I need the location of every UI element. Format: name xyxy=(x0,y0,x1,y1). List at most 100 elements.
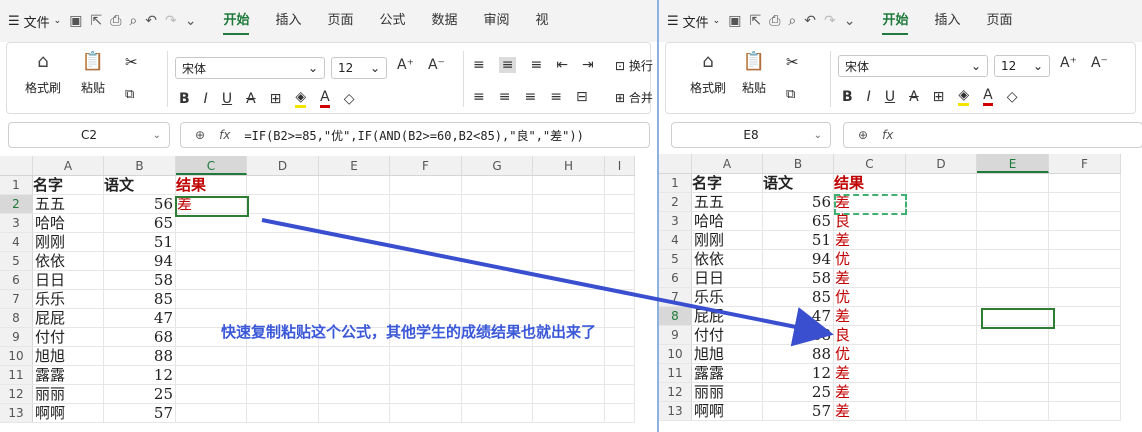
cell-a9[interactable]: 付付 xyxy=(692,326,763,344)
column-header-b[interactable]: B xyxy=(763,154,834,173)
cell-f4[interactable] xyxy=(1049,231,1121,249)
cell-a2[interactable]: 五五 xyxy=(33,195,104,213)
select-all-corner[interactable] xyxy=(659,154,692,173)
cell-f7[interactable] xyxy=(1049,288,1121,306)
cell-d1[interactable] xyxy=(247,176,319,194)
bold-icon[interactable]: B xyxy=(179,91,190,107)
increase-font-icon[interactable]: A⁺ xyxy=(1060,55,1077,71)
cell-c4[interactable]: 差 xyxy=(834,231,906,249)
tab-3[interactable]: 公式 xyxy=(366,0,418,42)
print-preview-icon[interactable]: ⌕ xyxy=(129,13,137,29)
cell-e7[interactable] xyxy=(977,288,1049,306)
cell-a7[interactable]: 乐乐 xyxy=(692,288,763,306)
strikethrough-icon[interactable]: A xyxy=(909,89,919,105)
row-header[interactable]: 13 xyxy=(659,402,692,420)
cell-h4[interactable] xyxy=(533,233,605,251)
cut-icon[interactable]: ✂ xyxy=(786,53,799,71)
italic-icon[interactable]: I xyxy=(867,89,871,105)
cell-a8[interactable]: 屁屁 xyxy=(33,309,104,327)
row-header[interactable]: 6 xyxy=(659,269,692,287)
cell-a4[interactable]: 刚刚 xyxy=(33,233,104,251)
cell-d13[interactable] xyxy=(906,402,977,420)
cell-b9[interactable]: 68 xyxy=(104,328,176,346)
cell-c13[interactable] xyxy=(176,404,247,422)
cell-d6[interactable] xyxy=(247,271,319,289)
column-header-d[interactable]: D xyxy=(906,154,977,173)
cell-b7[interactable]: 85 xyxy=(104,290,176,308)
cell-b6[interactable]: 58 xyxy=(104,271,176,289)
cell-c13[interactable]: 差 xyxy=(834,402,906,420)
align-top-icon[interactable]: ≡ xyxy=(473,57,485,73)
cell-i7[interactable] xyxy=(605,290,635,308)
cell-a12[interactable]: 丽丽 xyxy=(33,385,104,403)
column-header-f[interactable]: F xyxy=(390,156,462,175)
align-middle-icon[interactable]: ≡ xyxy=(498,57,517,73)
increase-font-icon[interactable]: A⁺ xyxy=(397,57,414,73)
column-header-c[interactable]: C xyxy=(834,154,906,173)
tab-1[interactable]: 插入 xyxy=(262,0,314,42)
cell-a4[interactable]: 刚刚 xyxy=(692,231,763,249)
cut-icon[interactable]: ✂ xyxy=(125,53,138,71)
cell-f2[interactable] xyxy=(1049,193,1121,211)
cell-b3[interactable]: 65 xyxy=(104,214,176,232)
cell-f1[interactable] xyxy=(390,176,462,194)
cell-e5[interactable] xyxy=(319,252,390,270)
cell-i3[interactable] xyxy=(605,214,635,232)
paste-button[interactable]: 📋 粘贴 xyxy=(742,51,766,96)
cell-g6[interactable] xyxy=(462,271,533,289)
cell-i4[interactable] xyxy=(605,233,635,251)
font-size-select[interactable]: 12 ⌄ xyxy=(994,55,1050,77)
cell-c12[interactable]: 差 xyxy=(834,383,906,401)
cell-c1[interactable]: 结果 xyxy=(834,174,906,192)
column-header-h[interactable]: H xyxy=(533,156,605,175)
cell-b11[interactable]: 12 xyxy=(104,366,176,384)
cell-f7[interactable] xyxy=(390,290,462,308)
cell-h11[interactable] xyxy=(533,366,605,384)
cell-d8[interactable] xyxy=(906,307,977,325)
tab-6[interactable]: 视 xyxy=(523,0,562,42)
cell-d2[interactable] xyxy=(906,193,977,211)
cell-b10[interactable]: 88 xyxy=(763,345,834,363)
indent-increase-icon[interactable]: ⇥ xyxy=(582,57,594,73)
cell-f11[interactable] xyxy=(390,366,462,384)
row-header[interactable]: 1 xyxy=(659,174,692,192)
cell-a11[interactable]: 露露 xyxy=(692,364,763,382)
font-size-select[interactable]: 12 ⌄ xyxy=(331,57,387,79)
fx-icon[interactable]: fx xyxy=(882,128,893,142)
row-header[interactable]: 4 xyxy=(659,231,692,249)
row-header[interactable]: 12 xyxy=(0,385,33,403)
save-icon[interactable]: ▣ xyxy=(728,13,741,29)
cell-g13[interactable] xyxy=(462,404,533,422)
cell-d5[interactable] xyxy=(247,252,319,270)
cell-e12[interactable] xyxy=(977,383,1049,401)
distribute-icon[interactable]: ⊟ xyxy=(576,89,588,105)
cell-f10[interactable] xyxy=(1049,345,1121,363)
cell-h6[interactable] xyxy=(533,271,605,289)
tab-0[interactable]: 开始 xyxy=(210,0,262,42)
cell-a8[interactable]: 屁屁 xyxy=(692,307,763,325)
cell-e11[interactable] xyxy=(319,366,390,384)
cell-d11[interactable] xyxy=(906,364,977,382)
clear-format-icon[interactable]: ◇ xyxy=(344,91,355,107)
cell-d4[interactable] xyxy=(906,231,977,249)
cell-g12[interactable] xyxy=(462,385,533,403)
tab-5[interactable]: 审阅 xyxy=(471,0,523,42)
font-name-select[interactable]: 宋体 ⌄ xyxy=(175,57,325,79)
cell-b11[interactable]: 12 xyxy=(763,364,834,382)
cell-d11[interactable] xyxy=(247,366,319,384)
cell-b12[interactable]: 25 xyxy=(104,385,176,403)
cell-f2[interactable] xyxy=(390,195,462,213)
cell-b13[interactable]: 57 xyxy=(763,402,834,420)
cell-c1[interactable]: 结果 xyxy=(176,176,247,194)
cell-a3[interactable]: 哈哈 xyxy=(692,212,763,230)
cell-h7[interactable] xyxy=(533,290,605,308)
cell-c12[interactable] xyxy=(176,385,247,403)
align-right-icon[interactable]: ≡ xyxy=(524,89,536,105)
column-header-b[interactable]: B xyxy=(104,156,176,175)
cell-c6[interactable] xyxy=(176,271,247,289)
tab-0[interactable]: 开始 xyxy=(869,0,921,42)
cell-g5[interactable] xyxy=(462,252,533,270)
cell-h3[interactable] xyxy=(533,214,605,232)
cell-c11[interactable]: 差 xyxy=(834,364,906,382)
cell-e11[interactable] xyxy=(977,364,1049,382)
